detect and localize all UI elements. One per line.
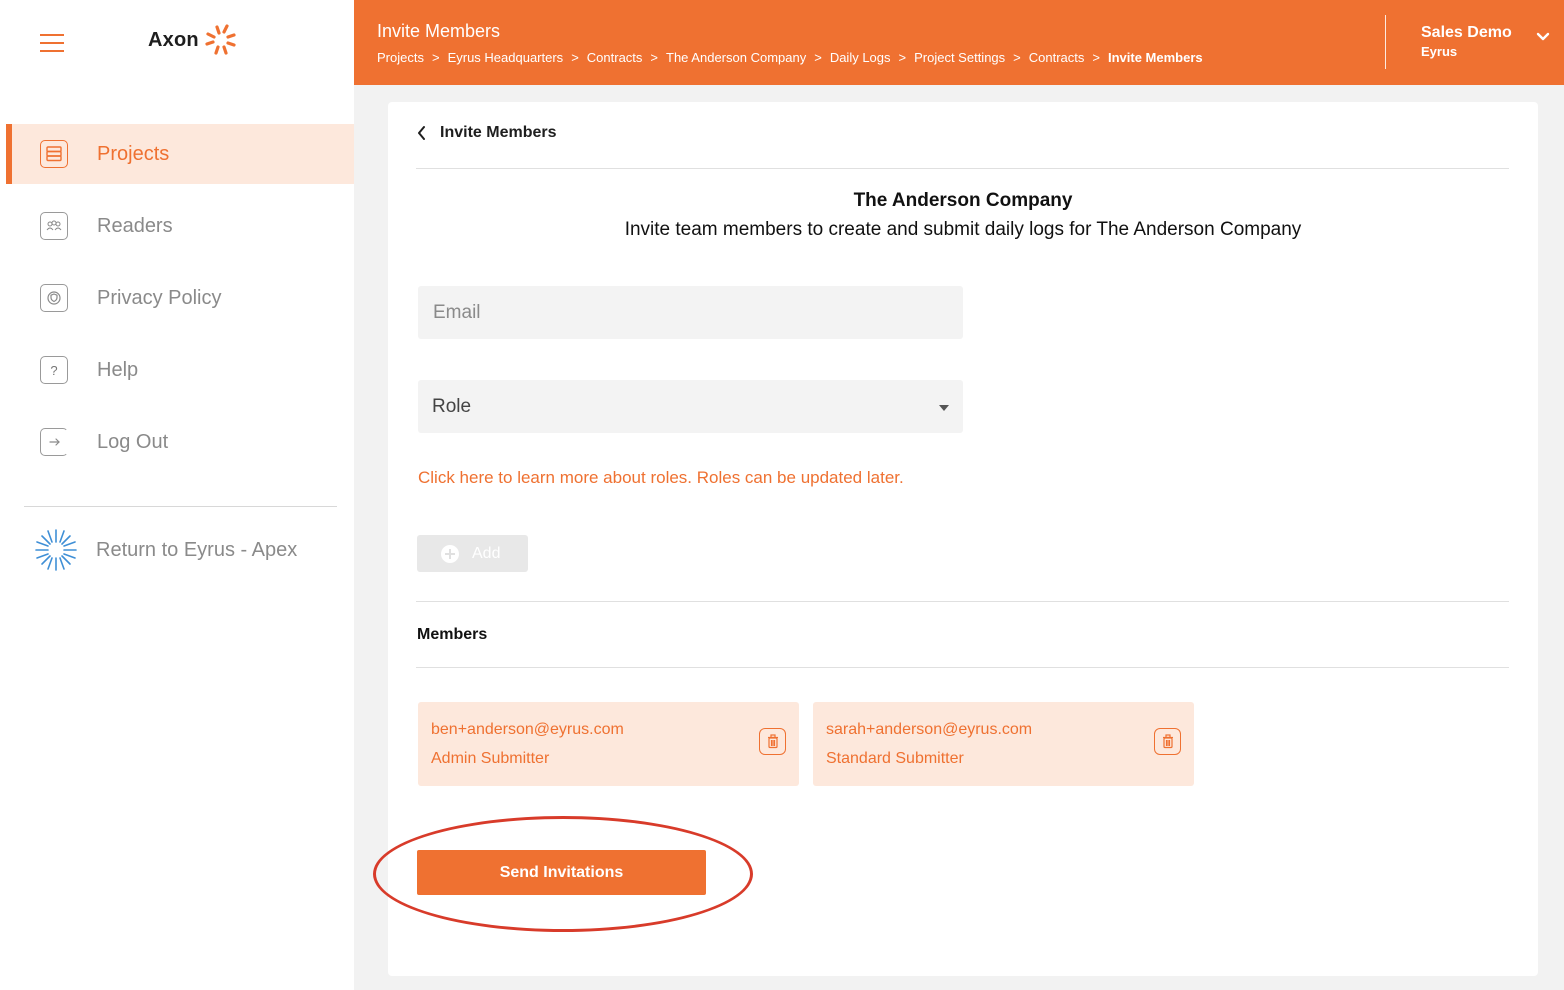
breadcrumb-separator: > — [1092, 50, 1100, 65]
shield-icon — [40, 284, 68, 312]
top-header: Invite Members Projects > Eyrus Headquar… — [354, 0, 1564, 85]
member-email: ben+anderson@eyrus.com — [431, 721, 624, 738]
card-title: Invite Members — [440, 124, 557, 141]
return-link-label: Return to Eyrus - Apex — [96, 538, 298, 561]
sidebar-item-label: Help — [97, 358, 139, 381]
hamburger-menu-icon[interactable] — [40, 34, 64, 52]
roles-info-link[interactable]: Click here to learn more about roles. Ro… — [418, 468, 904, 488]
breadcrumb-separator: > — [431, 50, 440, 65]
divider — [416, 667, 1509, 668]
breadcrumb-separator: > — [650, 50, 659, 65]
invite-members-card: Invite Members The Anderson Company Invi… — [388, 102, 1538, 976]
user-menu[interactable]: Sales Demo Eyrus — [1421, 24, 1512, 59]
breadcrumb-project-settings[interactable]: Project Settings — [914, 50, 1005, 65]
sidebar-item-privacy-policy[interactable]: Privacy Policy — [6, 268, 354, 328]
divider — [416, 601, 1509, 602]
breadcrumb-contracts[interactable]: Contracts — [587, 50, 643, 65]
role-select-value: Role — [432, 396, 472, 417]
back-button[interactable]: Invite Members — [416, 124, 556, 142]
page-title: Invite Members — [377, 21, 501, 41]
role-select[interactable]: Role — [418, 380, 963, 433]
sidebar-item-log-out[interactable]: Log Out — [6, 412, 354, 472]
member-role: Standard Submitter — [826, 750, 964, 767]
member-card: ben+anderson@eyrus.com Admin Submitter — [418, 702, 799, 786]
breadcrumb-invite-members: Invite Members — [1107, 50, 1203, 65]
member-card: sarah+anderson@eyrus.com Standard Submit… — [813, 702, 1194, 786]
sidebar-item-label: Projects — [97, 142, 170, 165]
trash-icon[interactable] — [759, 728, 786, 755]
logo: Axon — [148, 22, 239, 58]
breadcrumb-projects[interactable]: Projects — [377, 50, 424, 65]
breadcrumb-daily-logs[interactable]: Daily Logs — [830, 50, 891, 65]
starburst-logo-icon — [205, 24, 236, 55]
member-email: sarah+anderson@eyrus.com — [826, 721, 1033, 738]
members-heading: Members — [417, 626, 488, 643]
user-name: Sales Demo — [1421, 24, 1512, 41]
dropdown-caret-icon — [939, 405, 949, 411]
email-input[interactable] — [418, 286, 963, 339]
breadcrumb-anderson-company[interactable]: The Anderson Company — [666, 50, 806, 65]
divider — [416, 168, 1509, 169]
send-invitations-button[interactable]: Send Invitations — [417, 850, 706, 895]
user-org: Eyrus — [1421, 44, 1458, 59]
company-name: The Anderson Company — [853, 190, 1073, 211]
folder-stack-icon — [40, 140, 68, 168]
breadcrumb-contracts-2[interactable]: Contracts — [1029, 50, 1085, 65]
breadcrumb: Projects > Eyrus Headquarters > Contract… — [377, 50, 1203, 65]
breadcrumb-separator: > — [1013, 50, 1021, 65]
readers-icon — [40, 212, 68, 240]
breadcrumb-eyrus-headquarters[interactable]: Eyrus Headquarters — [448, 50, 564, 65]
return-to-apex-link[interactable]: Return to Eyrus - Apex — [34, 528, 297, 572]
breadcrumb-separator: > — [898, 50, 907, 65]
sidebar-item-help[interactable]: ? Help — [6, 340, 354, 400]
eyrus-sunburst-icon — [35, 529, 77, 571]
invite-description: Invite team members to create and submit… — [624, 219, 1302, 240]
logout-icon — [40, 428, 68, 456]
sidebar-item-projects[interactable]: Projects — [6, 124, 354, 184]
breadcrumb-separator: > — [814, 50, 822, 65]
trash-icon[interactable] — [1154, 728, 1181, 755]
logo-text: Axon — [148, 28, 199, 51]
sidebar-item-label: Readers — [97, 214, 173, 237]
plus-circle-icon — [441, 544, 459, 563]
member-role: Admin Submitter — [431, 750, 550, 767]
breadcrumb-separator: > — [571, 50, 579, 65]
chevron-left-icon — [418, 126, 425, 140]
add-member-button[interactable]: Add — [417, 535, 528, 572]
chevron-down-icon[interactable] — [1536, 32, 1550, 42]
sidebar-item-label: Log Out — [97, 430, 169, 453]
sidebar-item-readers[interactable]: Readers — [6, 196, 354, 256]
sidebar-item-label: Privacy Policy — [97, 286, 222, 309]
email-field — [418, 286, 963, 339]
add-button-label: Add — [472, 544, 501, 562]
header-divider — [1385, 15, 1386, 69]
help-icon: ? — [40, 356, 68, 384]
sidebar: Axon Projects Readers Privacy Policy ? H… — [0, 0, 354, 990]
sidebar-divider — [24, 506, 337, 507]
